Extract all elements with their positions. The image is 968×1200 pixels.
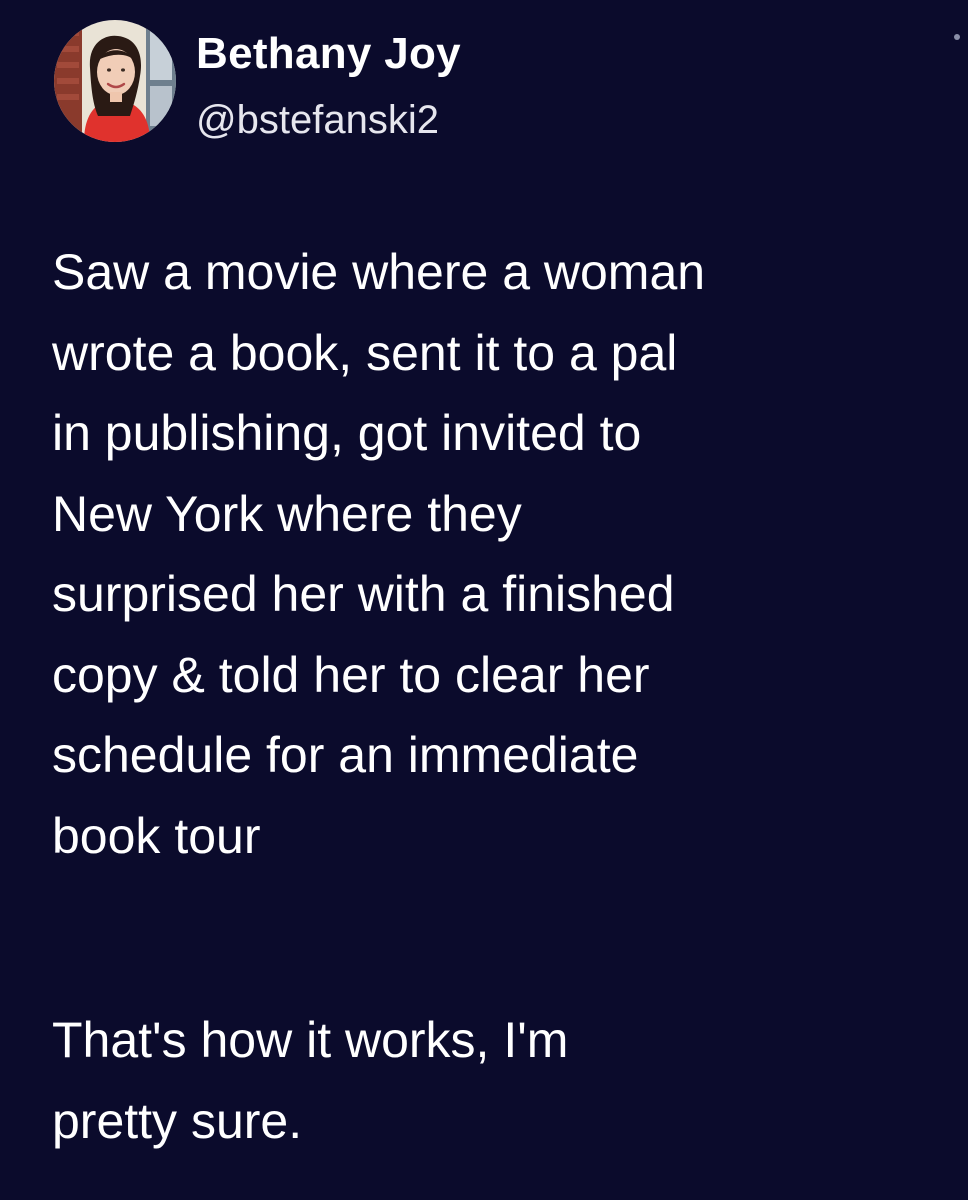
tweet-text-paragraph-2: That's how it works, I'm pretty sure. — [52, 1012, 569, 1149]
user-handle[interactable]: @bstefanski2 — [196, 96, 439, 144]
display-name[interactable]: Bethany Joy — [196, 28, 461, 80]
more-options-icon[interactable] — [954, 34, 960, 40]
avatar[interactable] — [54, 20, 176, 142]
tweet-text-paragraph-1: Saw a movie where a woman wrote a book, … — [52, 244, 706, 864]
tweet-card: Bethany Joy @bstefanski2 Saw a movie whe… — [0, 0, 968, 1200]
profile-photo-icon — [54, 20, 176, 142]
